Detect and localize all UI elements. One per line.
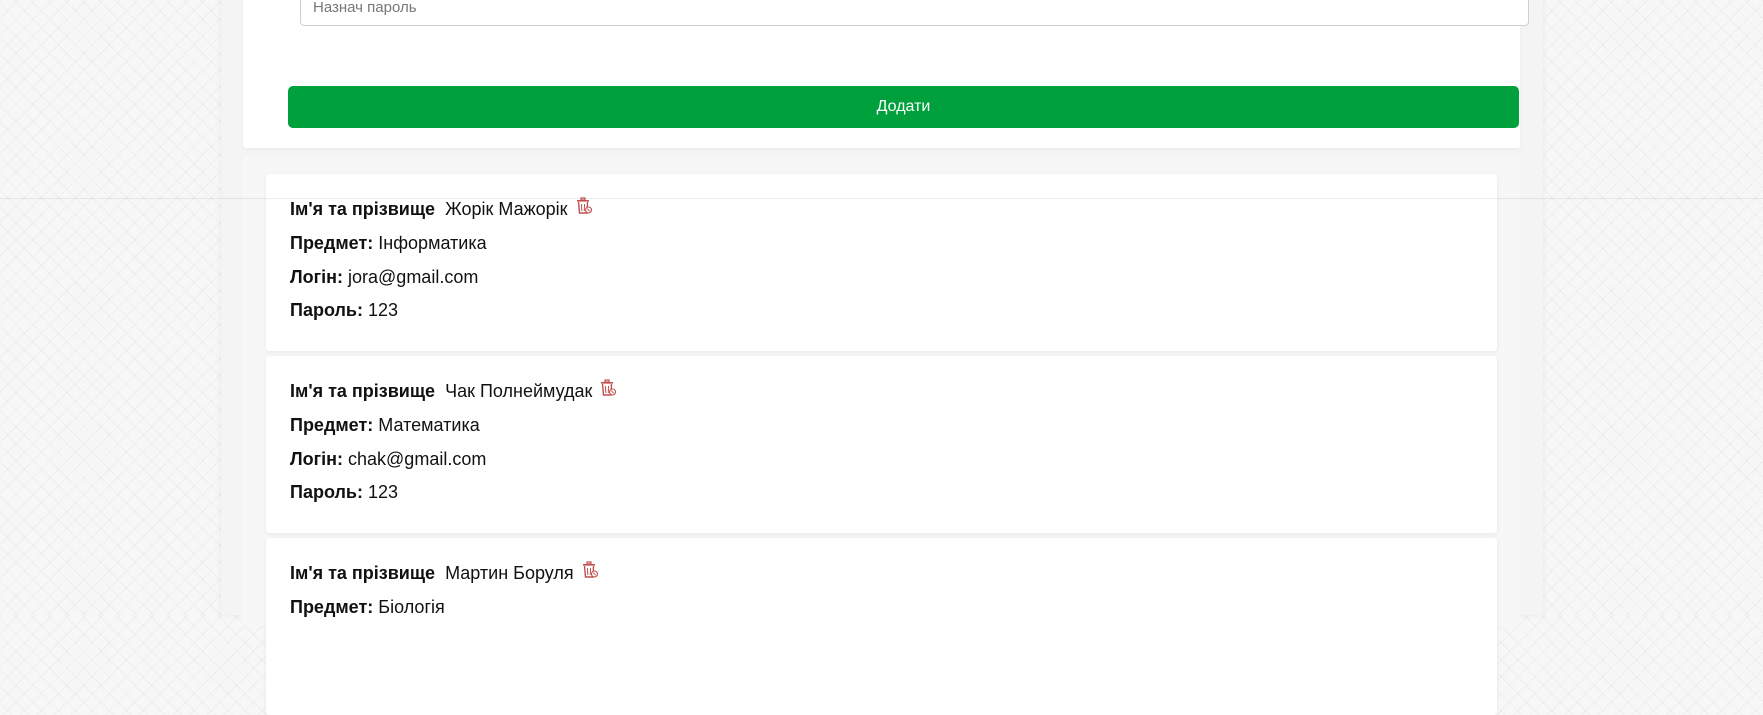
teacher-subject: Біологія [378,597,444,617]
teacher-name: Жорік Мажорік [445,199,567,219]
password-label: Пароль: [290,482,363,502]
subject-label: Предмет: [290,415,373,435]
password-input[interactable] [300,0,1529,26]
teacher-subject-row: Предмет: Математика [290,414,480,436]
teacher-login-row: Логін: jora@gmail.com [290,266,478,288]
name-label: Ім'я та прізвище [290,199,435,219]
teacher-card: Ім'я та прізвище Мартин Боруля Предмет: … [266,538,1497,715]
teacher-name-row: Ім'я та прізвище Жорік Мажорік [290,198,592,220]
login-label: Логін: [290,267,343,287]
teacher-subject: Інформатика [378,233,486,253]
teacher-name: Мартин Боруля [445,563,574,583]
teacher-list: Ім'я та прізвище Жорік Мажорік Предмет: … [243,156,1520,626]
add-teacher-form: Додати [243,0,1520,148]
teacher-password-row: Пароль: 123 [290,481,398,503]
teacher-card: Ім'я та прізвище Чак Полнеймудак Предмет… [266,356,1497,533]
teacher-name: Чак Полнеймудак [445,381,592,401]
teacher-login: jora@gmail.com [348,267,478,287]
add-button[interactable]: Додати [288,86,1519,128]
teacher-subject: Математика [378,415,479,435]
password-label: Пароль: [290,300,363,320]
teacher-subject-row: Предмет: Інформатика [290,232,487,254]
trash-icon[interactable] [600,379,616,402]
teacher-name-row: Ім'я та прізвище Мартин Боруля [290,562,598,584]
trash-icon[interactable] [582,561,598,584]
teacher-name-row: Ім'я та прізвище Чак Полнеймудак [290,380,616,402]
divider-line [0,198,1763,199]
subject-label: Предмет: [290,233,373,253]
teacher-card: Ім'я та прізвище Жорік Мажорік Предмет: … [266,174,1497,351]
teacher-login: chak@gmail.com [348,449,486,469]
trash-icon[interactable] [576,197,592,220]
login-label: Логін: [290,449,343,469]
name-label: Ім'я та прізвище [290,563,435,583]
main-container: Додати Ім'я та прізвище Жорік Мажорік [221,0,1543,615]
teacher-password: 123 [368,482,398,502]
teacher-password-row: Пароль: 123 [290,299,398,321]
subject-label: Предмет: [290,597,373,617]
teacher-login-row: Логін: chak@gmail.com [290,448,486,470]
name-label: Ім'я та прізвище [290,381,435,401]
teacher-password: 123 [368,300,398,320]
